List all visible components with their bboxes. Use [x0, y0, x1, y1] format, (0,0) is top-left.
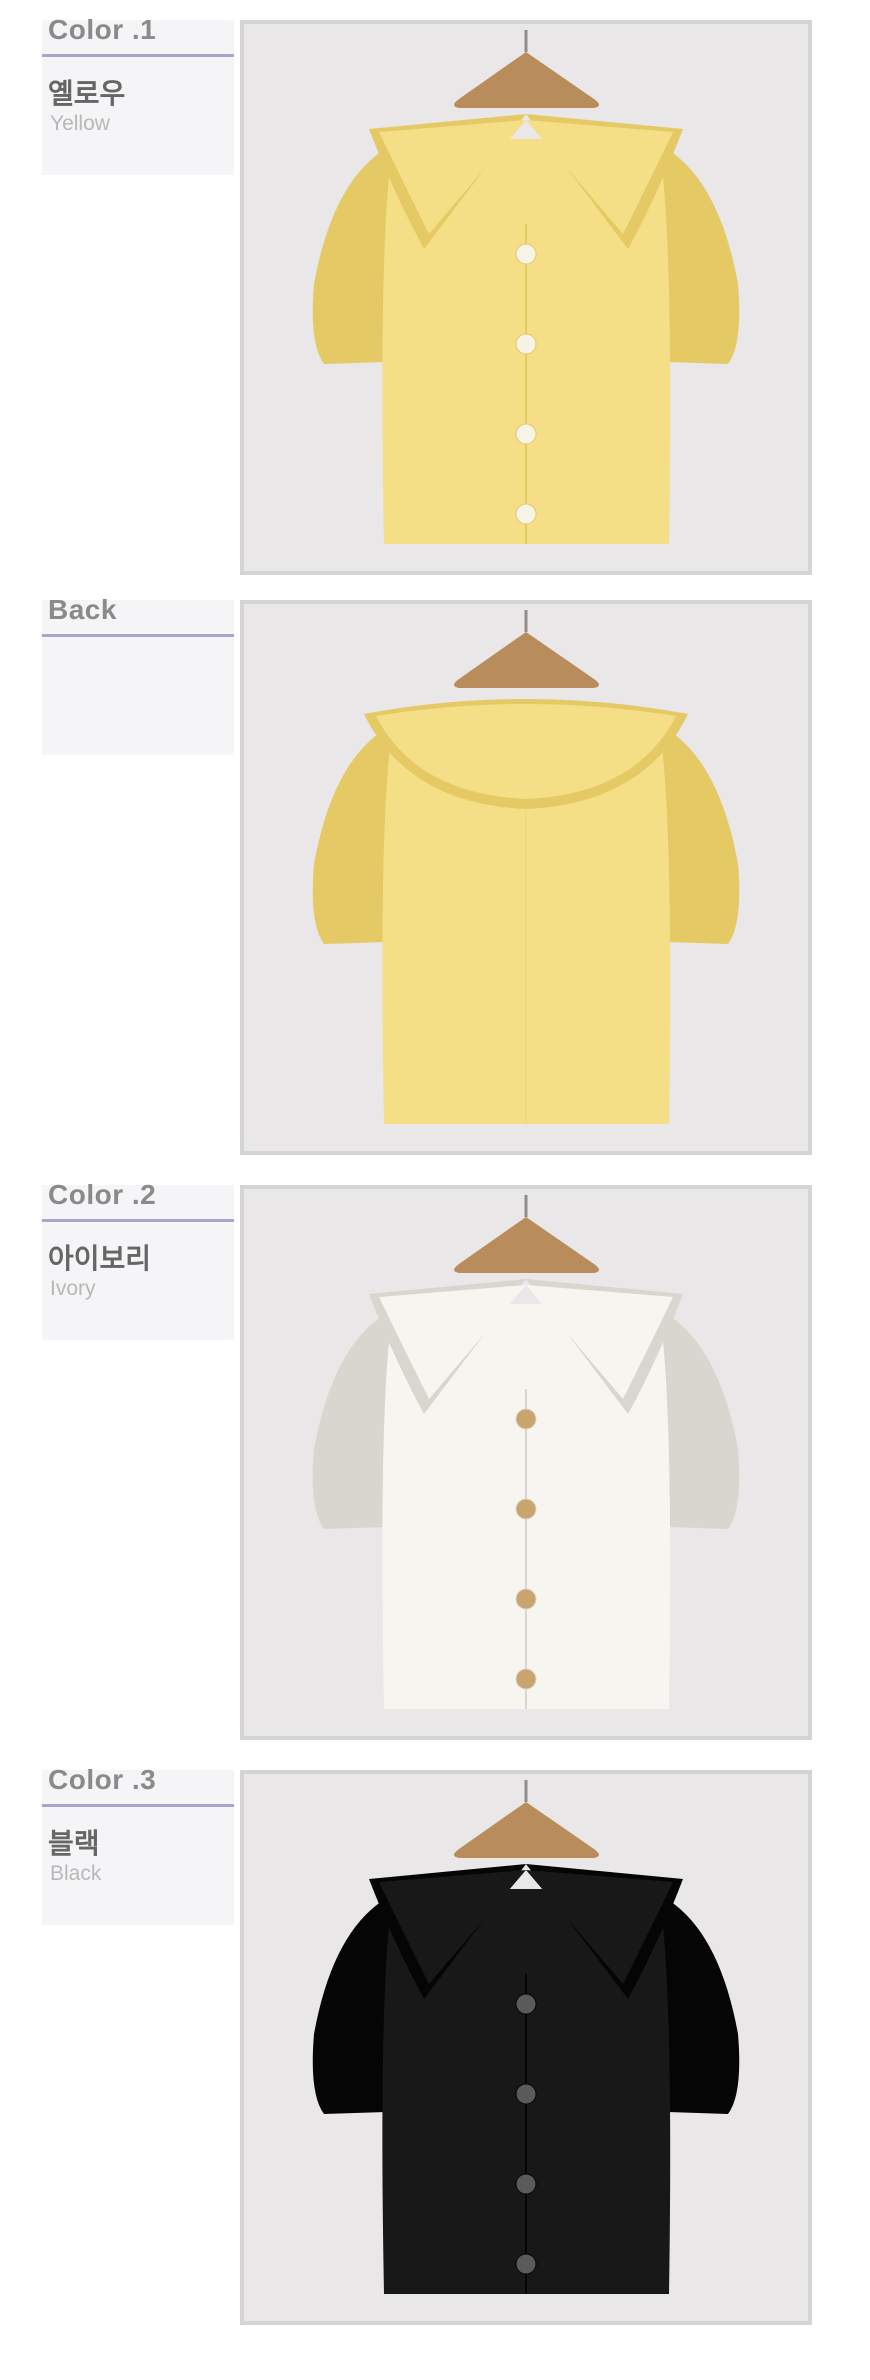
garment-illustration — [312, 1780, 740, 2294]
section-title: Color .2 — [48, 1179, 157, 1210]
product-photo-ivory-front — [240, 1185, 812, 1740]
garment-button — [515, 2083, 537, 2105]
garment-illustration — [312, 610, 740, 1124]
section-title: Color .1 — [48, 14, 157, 45]
garment-button — [515, 2173, 537, 2195]
label-divider — [42, 634, 234, 637]
color-label-box: Color .1 옐로우 Yellow — [42, 14, 234, 175]
garment-button — [515, 2253, 537, 2275]
wooden-hanger — [454, 1802, 599, 1858]
product-photo-yellow-front — [240, 20, 812, 575]
product-photo-yellow-back — [240, 600, 812, 1155]
color-name-korean: 아이보리 — [48, 1243, 152, 1274]
wooden-hanger — [454, 52, 599, 108]
label-divider — [42, 1219, 234, 1222]
garment-button — [515, 1668, 537, 1690]
garment-button — [515, 1498, 537, 1520]
color-section-yellow: Color .1 옐로우 Yellow — [0, 0, 870, 580]
product-photo-black-front — [240, 1770, 812, 2325]
color-label-box: Back — [42, 594, 234, 755]
color-name-korean: 옐로우 — [48, 78, 126, 109]
section-title: Color .3 — [48, 1764, 157, 1795]
wooden-hanger — [454, 1217, 599, 1273]
color-name-english: Yellow — [50, 112, 110, 135]
garment-button — [515, 243, 537, 265]
garment-button — [515, 423, 537, 445]
garment-button — [515, 1993, 537, 2015]
label-divider — [42, 1804, 234, 1807]
section-title: Back — [48, 594, 117, 625]
garment-button — [515, 333, 537, 355]
color-name-english: Black — [50, 1862, 102, 1885]
back-section: Back — [0, 580, 870, 1160]
color-section-black: Color .3 블랙 Black — [0, 1750, 870, 2330]
color-name-english: Ivory — [50, 1277, 96, 1300]
color-label-box: Color .3 블랙 Black — [42, 1764, 234, 1925]
garment-button — [515, 1588, 537, 1610]
garment-button — [515, 1408, 537, 1430]
garment-illustration — [312, 30, 740, 544]
label-divider — [42, 54, 234, 57]
garment-button — [515, 503, 537, 525]
color-name-korean: 블랙 — [48, 1828, 100, 1859]
garment-illustration — [312, 1195, 740, 1709]
color-label-box: Color .2 아이보리 Ivory — [42, 1179, 234, 1340]
wooden-hanger — [454, 632, 599, 688]
color-section-ivory: Color .2 아이보리 Ivory — [0, 1165, 870, 1745]
